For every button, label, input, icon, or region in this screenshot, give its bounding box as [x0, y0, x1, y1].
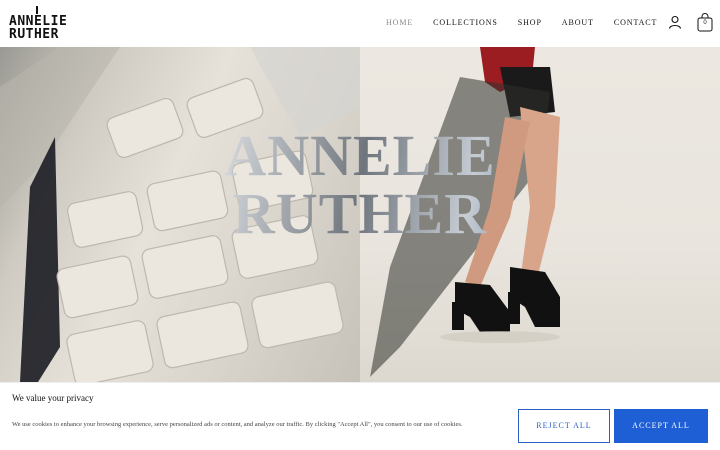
hero-title: ANNELIE RUTHER — [0, 127, 720, 243]
reject-all-button[interactable]: REJECT ALL — [518, 409, 610, 443]
cookie-banner: We value your privacy We use cookies to … — [0, 382, 720, 450]
hero-banner: ANNELIE RUTHER — [0, 47, 720, 382]
hero-title-line-2: RUTHER — [232, 181, 488, 246]
cookie-text: We use cookies to enhance your browsing … — [12, 421, 463, 428]
shopping-bag-icon[interactable]: 0 — [697, 13, 713, 32]
nav-item-collections[interactable]: COLLECTIONS — [433, 18, 498, 27]
nav-item-home[interactable]: HOME — [386, 18, 413, 27]
cookie-title: We value your privacy — [12, 393, 94, 403]
accept-all-button[interactable]: ACCEPT ALL — [614, 409, 708, 443]
hero-title-line-1: ANNELIE — [224, 123, 496, 188]
main-nav: HOME COLLECTIONS SHOP ABOUT CONTACT — [386, 18, 677, 27]
site-header: ANNELIE RUTHER HOME COLLECTIONS SHOP ABO… — [0, 0, 720, 47]
nav-item-about[interactable]: ABOUT — [562, 18, 594, 27]
logo-line-2: RUTHER — [9, 27, 59, 42]
cart-count: 0 — [703, 20, 707, 26]
nav-item-shop[interactable]: SHOP — [518, 18, 542, 27]
logo-mark — [36, 6, 38, 14]
brand-logo[interactable]: ANNELIE RUTHER — [9, 6, 69, 42]
user-icon[interactable] — [668, 15, 682, 29]
nav-item-contact[interactable]: CONTACT — [614, 18, 657, 27]
